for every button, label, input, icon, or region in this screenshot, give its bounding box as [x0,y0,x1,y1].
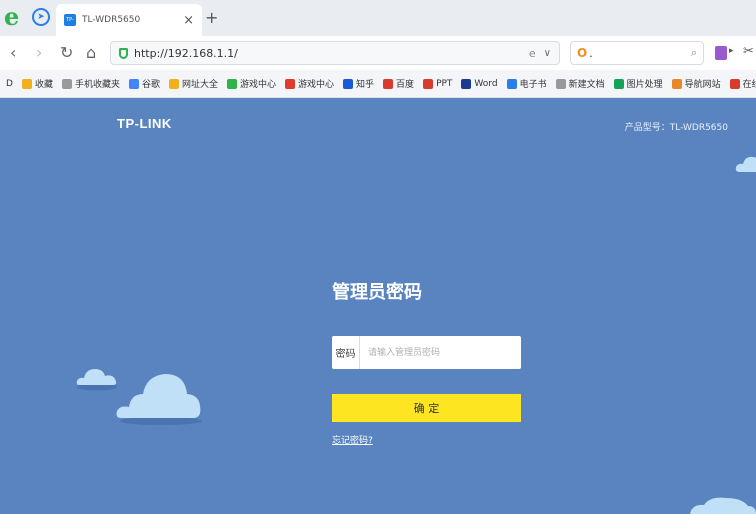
password-input[interactable] [360,336,521,369]
bookmarks-bar: D 收藏 手机收藏夹 谷歌 网址大全 游戏中心 游戏中心 知乎 百度 PPT Word 电子书 新建文… [0,70,756,98]
search-input[interactable]: . [589,47,691,60]
bookmark-favicon-icon [506,78,517,89]
active-tab[interactable]: TP-LINK TL-WDR5650 × [56,4,202,36]
browser-toolbar: ‹ › ↻ ⌂ http://192.168.1.1/ e ∨ O . ⌕ ▸ … [0,36,756,70]
bookmark-item[interactable]: Word [461,77,498,90]
search-engine-icon: O [577,46,588,60]
cloud-icon [735,156,756,172]
product-model: 产品型号：TL-WDR5650 [624,123,728,133]
security-shield-icon [119,47,128,59]
bookmark-menu[interactable]: D [6,79,13,89]
close-tab-icon[interactable]: × [183,13,194,28]
bookmark-item[interactable]: 新建文档 [555,77,605,90]
bookmark-favicon-icon [61,78,72,89]
tp-link-favicon-icon: TP-LINK [64,14,76,35]
tp-link-logo: TP-LINK [117,116,172,131]
address-bar[interactable]: http://192.168.1.1/ e ∨ [110,41,560,65]
bookmark-item[interactable]: 导航网站 [671,77,721,90]
reload-icon[interactable]: ↻ [60,44,73,62]
home-icon[interactable]: ⌂ [86,44,96,62]
bookmark-favicon-icon [555,78,566,89]
bookmark-label: 网址大全 [181,80,218,90]
bookmark-label: 在线工具 [742,80,756,90]
password-field-group: 密码 [332,336,521,369]
bookmark-favicon-icon [383,78,394,89]
extension-menu-icon[interactable]: ▸ [729,46,734,56]
bookmark-label: Word [474,78,498,89]
search-box[interactable]: O . ⌕ [570,41,704,65]
cloud-icon [116,374,202,425]
router-login-page: TP-LINK 产品型号：TL-WDR5650 管理员密码 密码 确 定 忘记密… [0,98,756,514]
bookmark-item[interactable]: 在线工具 [729,77,756,90]
bookmark-item[interactable]: 谷歌 [128,77,160,90]
bookmark-label: 游戏中心 [240,80,277,90]
forward-icon[interactable]: › [36,44,42,62]
bookmark-label: PPT [436,78,453,89]
bookmark-item[interactable]: 百度 [383,77,414,90]
bookmark-label: 收藏 [34,80,53,90]
bookmark-label: 手机收藏夹 [74,80,120,90]
bookmark-favicon-icon [729,78,740,89]
bookmark-item[interactable]: PPT [423,77,452,90]
bookmark-label: 导航网站 [684,80,721,90]
bookmark-item[interactable]: 游戏中心 [227,77,276,90]
password-label: 密码 [332,336,360,369]
chevron-down-icon[interactable]: ∨ [544,48,551,59]
bookmark-favicon-icon [128,78,139,89]
bookmark-favicon-icon [21,78,32,89]
bookmark-item[interactable]: 手机收藏夹 [61,77,120,90]
bookmark-item[interactable]: 游戏中心 [285,77,334,90]
bookmark-item[interactable]: 图片处理 [613,77,663,90]
bookmark-label: 电子书 [519,80,547,90]
bookmark-label: 谷歌 [141,80,160,90]
browser-logo-icon[interactable]: e [4,5,26,30]
cloud-icon [690,497,756,514]
back-icon[interactable]: ‹ [10,44,16,62]
search-icon[interactable]: ⌕ [691,46,697,60]
bookmark-item[interactable]: 电子书 [506,77,547,90]
bookmark-item[interactable]: 收藏 [21,77,53,90]
new-tab-button[interactable]: + [205,8,218,27]
engine-icon[interactable]: e [529,47,536,60]
scissors-icon[interactable]: ✂ [743,44,754,59]
tab-title: TL-WDR5650 [82,15,141,25]
bookmark-favicon-icon [613,78,624,89]
url-text[interactable]: http://192.168.1.1/ [134,47,529,60]
bookmark-favicon-icon [227,78,237,89]
bookmark-favicon-icon [461,78,472,89]
bookmark-favicon-icon [423,78,434,89]
bookmark-favicon-icon [343,78,354,89]
bookmark-label: 新建文档 [568,80,605,90]
bookmark-favicon-icon [671,78,682,89]
bookmark-label: 知乎 [356,80,375,90]
bookmark-favicon-icon [285,78,296,89]
extension-icon[interactable] [715,46,727,60]
forgot-password-link[interactable]: 忘记密码? [332,433,373,446]
bookmark-label: 图片处理 [626,80,663,90]
bookmark-label: 游戏中心 [298,80,335,90]
bookmark-item[interactable]: 知乎 [343,77,374,90]
bookmark-item[interactable]: 网址大全 [168,77,218,90]
confirm-button[interactable]: 确 定 [332,394,521,422]
bookmark-label: 百度 [396,80,415,90]
page-title: 管理员密码 [332,282,422,303]
tab-strip: e ➤ TP-LINK TL-WDR5650 × + [0,0,756,36]
navigation-compass-icon[interactable]: ➤ [32,8,50,26]
bookmark-favicon-icon [168,78,179,89]
cloud-icon [76,369,117,391]
